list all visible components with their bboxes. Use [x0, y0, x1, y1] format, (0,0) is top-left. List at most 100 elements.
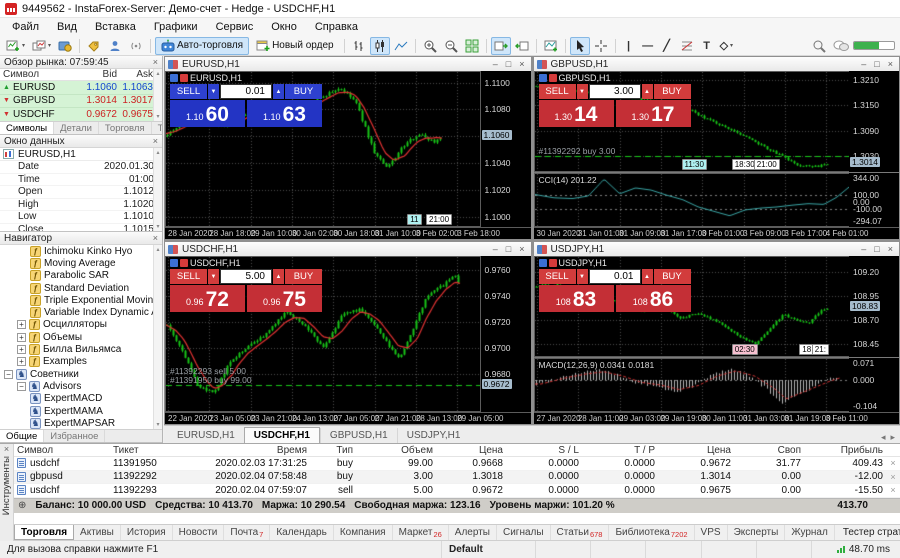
expand-icon[interactable]: + — [17, 333, 26, 342]
sell-price[interactable]: 1.3014 — [539, 100, 614, 127]
volume-down-button[interactable]: ▼ — [577, 269, 588, 284]
volume-down-button[interactable]: ▼ — [577, 84, 588, 99]
community-button[interactable] — [105, 37, 125, 55]
order-row[interactable]: usdchf113919502020.02.03 17:31:25buy99.0… — [14, 457, 900, 471]
terminal-tab[interactable]: Сигналы — [497, 525, 551, 540]
horizontal-line-tool-button[interactable]: — — [639, 37, 657, 55]
market-watch-row[interactable]: ▼USDCHF0.96720.9675 — [0, 108, 162, 121]
line-chart-mode-button[interactable] — [391, 37, 411, 55]
navigator-caption[interactable]: Навигатор × — [0, 232, 162, 245]
close-order-button[interactable]: × — [886, 472, 900, 482]
scroll-down-icon[interactable]: ▾ — [156, 421, 159, 428]
chart-tab[interactable]: GBPUSD,H1 — [320, 428, 397, 443]
column-header[interactable]: Время — [180, 445, 310, 456]
menu-item[interactable]: Графики — [145, 19, 207, 35]
terminal-tab[interactable]: Эксперты — [728, 525, 786, 540]
status-profile[interactable]: Default — [442, 541, 536, 558]
market-watch-button[interactable] — [84, 37, 104, 55]
price-axis[interactable]: 1.11001.10801.10601.10401.10201.10001.10… — [481, 71, 531, 227]
minimize-button[interactable]: – — [493, 59, 498, 69]
scroll-up-icon[interactable]: ▴ — [156, 149, 159, 156]
scroll-down-icon[interactable]: ▾ — [156, 223, 159, 230]
market-watch-row[interactable]: ▼GBPUSD1.30141.3017 — [0, 95, 162, 109]
column-header[interactable]: Тип — [310, 445, 356, 456]
chart-shift-button[interactable] — [512, 37, 532, 55]
tab-scroll-right-icon[interactable]: ▸ — [890, 432, 895, 443]
column-header[interactable]: Тикет — [110, 445, 180, 456]
indicator-chart[interactable]: CCI(14) 201.22 — [534, 173, 850, 227]
new-chart-button[interactable]: ▾ — [3, 37, 28, 55]
terminal-tab[interactable]: Маркет26 — [393, 525, 449, 540]
volume-up-button[interactable]: ▲ — [642, 84, 653, 99]
menu-item[interactable]: Окно — [262, 19, 306, 35]
time-axis[interactable]: 30 Jan 202031 Jan 01:0031 Jan 09:0031 Ja… — [534, 227, 900, 239]
terminal-tab[interactable]: Алерты — [449, 525, 497, 540]
expand-icon[interactable]: + — [17, 320, 26, 329]
expand-icon[interactable]: + — [17, 345, 26, 354]
shapes-tool-button[interactable]: ◇ ▾ — [717, 37, 736, 55]
terminal-tab[interactable]: Торговля — [14, 525, 74, 540]
sell-price[interactable]: 1.1060 — [170, 100, 245, 127]
column-header[interactable]: Символ — [14, 445, 110, 456]
market-watch-caption[interactable]: Обзор рынка: 07:59:45 × — [0, 56, 162, 69]
column-header[interactable]: Цена — [658, 445, 734, 456]
price-axis[interactable]: 109.20108.95108.70108.45108.83 — [849, 256, 899, 357]
volume-up-button[interactable]: ▲ — [273, 84, 284, 99]
chart-tab[interactable]: USDCHF,H1 — [244, 427, 320, 443]
indicator-chart[interactable]: MACD(12,26,9) 0.0341 0.0181 — [534, 358, 850, 412]
column-header[interactable]: Объем — [356, 445, 436, 456]
panel-tab[interactable]: Общие — [0, 430, 44, 442]
navigator-item[interactable]: ♞ExpertMAPSAR — [0, 417, 162, 429]
tab-scroll-left-icon[interactable]: ◂ — [881, 432, 886, 443]
terminal-tab[interactable]: Новости — [173, 525, 225, 540]
terminal-tab[interactable]: Журнал — [785, 525, 835, 540]
terminal-side-tab[interactable]: Инструменты — [1, 456, 12, 515]
maximize-button[interactable]: □ — [874, 244, 879, 254]
maximize-button[interactable]: □ — [874, 59, 879, 69]
chart-tab[interactable]: USDJPY,H1 — [397, 428, 470, 443]
buy-price[interactable]: 1.3017 — [616, 100, 691, 127]
close-button[interactable]: × — [888, 244, 893, 254]
navigator-item[interactable]: ƒStandard Deviation — [0, 282, 162, 294]
market-watch-row[interactable]: ▲EURUSD1.10601.1063 — [0, 81, 162, 95]
navigator-item[interactable]: −♞Advisors — [0, 380, 162, 392]
volume-input[interactable]: 0.01 — [589, 269, 641, 284]
buy-button[interactable]: BUY — [285, 84, 322, 99]
indicators-button[interactable] — [541, 37, 561, 55]
time-axis[interactable]: 22 Jan 202023 Jan 05:0023 Jan 21:0024 Ja… — [165, 412, 531, 424]
navigator-item[interactable]: +ƒБилла Вильямса — [0, 343, 162, 355]
buy-button[interactable]: BUY — [285, 269, 322, 284]
zoom-out-button[interactable] — [441, 37, 461, 55]
collapse-icon[interactable]: − — [4, 370, 13, 379]
fibonacci-tool-button[interactable] — [677, 37, 697, 55]
order-row[interactable]: gbpusd113922922020.02.04 07:58:48buy3.00… — [14, 471, 900, 485]
buy-button[interactable]: BUY — [654, 269, 691, 284]
volume-down-button[interactable]: ▼ — [208, 269, 219, 284]
navigator-item[interactable]: ƒIchimoku Kinko Hyo — [0, 245, 162, 257]
volume-up-button[interactable]: ▲ — [273, 269, 284, 284]
indicator-axis[interactable]: 344.00100.000.00-100.00-294.07 — [849, 173, 899, 227]
price-chart[interactable]: EURUSD,H1SELL▼0.01▲BUY1.10601.10631121:0… — [165, 71, 481, 227]
buy-price[interactable]: 10886 — [616, 285, 691, 312]
menu-item[interactable]: Справка — [306, 19, 367, 35]
buy-price[interactable]: 0.9675 — [247, 285, 322, 312]
sell-button[interactable]: SELL — [539, 269, 576, 284]
collapse-icon[interactable]: − — [17, 382, 26, 391]
navigator-item[interactable]: +ƒExamples — [0, 356, 162, 368]
close-icon[interactable]: × — [4, 445, 9, 453]
terminal-tab[interactable]: Календарь — [270, 525, 333, 540]
column-header[interactable]: Цена — [436, 445, 506, 456]
deposit-button[interactable] — [55, 37, 75, 55]
navigator-item[interactable]: +ƒОбъемы — [0, 331, 162, 343]
chart-window-titlebar[interactable]: EURUSD,H1–□× — [165, 57, 531, 71]
navigator-item[interactable]: −♞Советники — [0, 368, 162, 380]
column-header[interactable]: Прибыль — [804, 445, 886, 456]
navigator-item[interactable]: ƒTriple Exponential Movin — [0, 294, 162, 306]
chart-window-titlebar[interactable]: USDJPY,H1–□× — [534, 242, 900, 256]
close-icon[interactable]: × — [153, 136, 158, 146]
sell-button[interactable]: SELL — [170, 84, 207, 99]
scroll-down-icon[interactable]: ▾ — [156, 113, 159, 120]
price-chart[interactable]: GBPUSD,H1SELL▼3.00▲BUY1.30141.3017#11392… — [534, 71, 850, 172]
sell-price[interactable]: 0.9672 — [170, 285, 245, 312]
signals-button[interactable] — [126, 37, 146, 55]
